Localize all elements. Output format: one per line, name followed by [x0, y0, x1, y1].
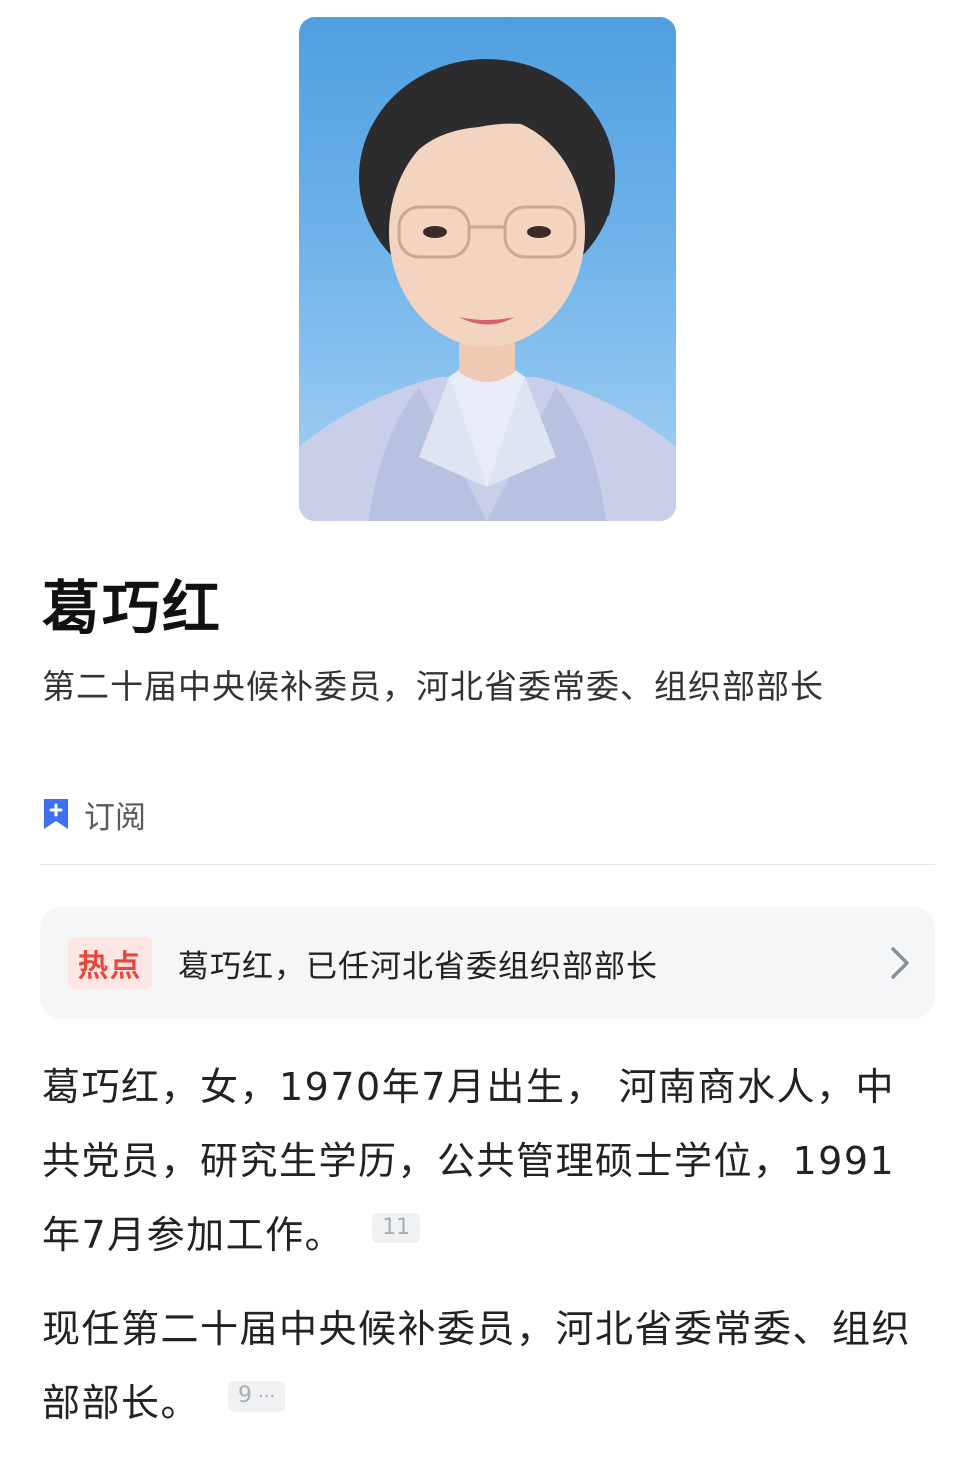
hot-news-text: 葛巧红，已任河北省委组织部部长	[178, 948, 658, 985]
bio-paragraph-2: 现任第二十届中央候补委员，河北省委常委、组织部部长。 9 ···	[42, 1292, 932, 1440]
citation-number-2: 9	[238, 1383, 253, 1409]
citation-badge-2[interactable]: 9 ···	[228, 1381, 286, 1413]
hot-news-card[interactable]: 热点 葛巧红，已任河北省委组织部部长	[40, 907, 935, 1019]
bookmark-plus-icon	[44, 799, 68, 829]
bio-text-1: 葛巧红，女，1970年7月出生， 河南商水人，中共党员，研究生学历，公共管理硕士…	[42, 1065, 896, 1257]
person-name: 葛巧红	[42, 574, 223, 642]
portrait-illustration	[299, 59, 676, 521]
divider	[40, 864, 935, 865]
chevron-right-icon	[891, 947, 909, 979]
bio-text-2: 现任第二十届中央候补委员，河北省委常委、组织部部长。	[42, 1307, 912, 1425]
subscribe-button[interactable]: 订阅	[42, 792, 146, 836]
profile-photo[interactable]	[299, 17, 676, 521]
bio-paragraph-1: 葛巧红，女，1970年7月出生， 河南商水人，中共党员，研究生学历，公共管理硕士…	[42, 1050, 932, 1272]
person-title: 第二十届中央候补委员，河北省委常委、组织部部长	[42, 667, 824, 706]
citation-more: ···	[258, 1386, 276, 1408]
hot-tag-badge: 热点	[68, 937, 152, 989]
citation-badge-1[interactable]: 11	[372, 1213, 421, 1244]
subscribe-label: 订阅	[84, 799, 146, 836]
